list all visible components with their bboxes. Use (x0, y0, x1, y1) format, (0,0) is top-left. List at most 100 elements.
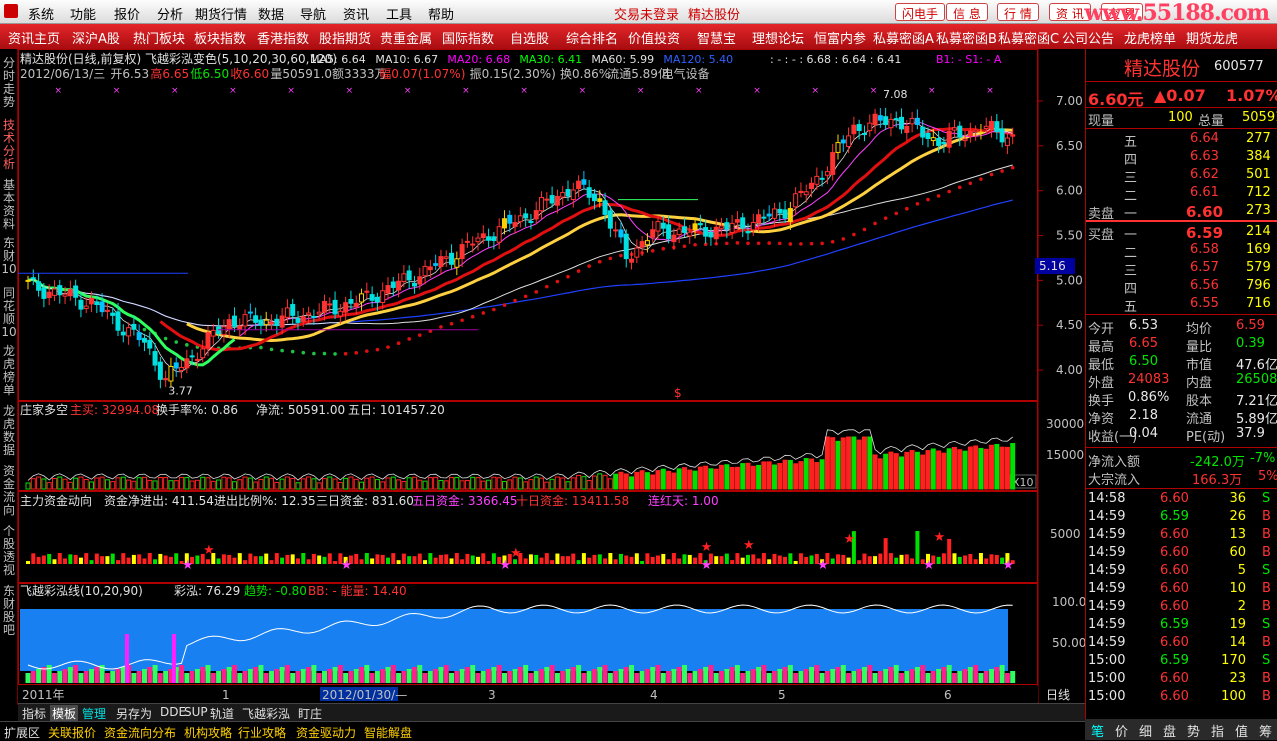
left-tab-0[interactable]: 分时走势 (1, 57, 17, 109)
candle-body (126, 327, 132, 337)
left-tab-4[interactable]: 同花顺10 (1, 287, 17, 339)
tool-button-2[interactable]: 行 情 (997, 3, 1039, 21)
indicator-tab-6[interactable]: 轨道 (208, 705, 236, 722)
shortcut-item-15[interactable]: 私募密函B (936, 28, 997, 47)
quote-tab-4[interactable]: 势 (1187, 721, 1200, 740)
menu-item-7[interactable]: 资讯 (343, 4, 369, 23)
left-tab-9[interactable]: 东财股吧 (1, 585, 17, 637)
fund-bar (412, 556, 417, 564)
shortcut-item-18[interactable]: 龙虎榜单 (1124, 28, 1176, 47)
left-tab-6[interactable]: 龙虎数据 (1, 405, 17, 457)
extension-tab-2[interactable]: 资金流向分布 (104, 724, 176, 741)
energy-bar (163, 671, 169, 683)
extension-tab-0[interactable]: 扩展区 (4, 724, 40, 741)
energy-bar (957, 671, 963, 683)
shortcut-item-13[interactable]: 恒富内参 (814, 28, 866, 47)
fund-bar (650, 556, 655, 564)
quote-tab-0[interactable]: 笔 (1091, 721, 1104, 740)
fund-bar (783, 556, 788, 564)
quote-tab-3[interactable]: 盘 (1163, 721, 1176, 740)
candle-body (914, 117, 920, 125)
kline-chart-area[interactable]: 精达股份(日线,前复权) 飞越彩泓变色(5,10,20,30,60,120)MA… (18, 49, 1085, 703)
menu-item-1[interactable]: 功能 (70, 4, 96, 23)
energy-bar (73, 665, 79, 683)
menu-item-9[interactable]: 帮助 (428, 4, 454, 23)
trend-dot (163, 336, 168, 341)
shortcut-item-6[interactable]: 贵重金属 (380, 28, 432, 47)
quote-tab-5[interactable]: 指 (1211, 721, 1224, 740)
candle-body (327, 303, 333, 306)
energy-bar (687, 673, 693, 683)
signal-marker: × (812, 86, 820, 96)
candle-body (385, 285, 391, 294)
tool-button-1[interactable]: 信 息 (946, 3, 988, 21)
candle-body (809, 182, 815, 190)
shortcut-item-19[interactable]: 期货龙虎 (1186, 28, 1238, 47)
menu-item-6[interactable]: 导航 (300, 4, 326, 23)
shortcut-item-8[interactable]: 自选股 (510, 28, 549, 47)
shortcut-item-3[interactable]: 板块指数 (194, 28, 246, 47)
shortcut-item-17[interactable]: 公司公告 (1062, 28, 1114, 47)
energy-bar (30, 671, 36, 683)
indicator-tab-3[interactable]: 另存为 (114, 705, 154, 722)
menu-item-3[interactable]: 分析 (157, 4, 183, 23)
shortcut-item-16[interactable]: 私募密函C (998, 28, 1059, 47)
fund-star-red: ★ (844, 532, 856, 547)
menu-item-2[interactable]: 报价 (114, 4, 140, 23)
time-label-0: 2011年 (22, 688, 65, 702)
quote-tab-6[interactable]: 值 (1235, 721, 1248, 740)
left-tab-1[interactable]: 技术分析 (1, 119, 17, 171)
quote-tab-1[interactable]: 价 (1115, 721, 1128, 740)
left-tab-3[interactable]: 东财10 (1, 237, 17, 276)
shortcut-item-9[interactable]: 综合排名 (566, 28, 618, 47)
indicator-tab-5[interactable]: SUP (182, 705, 210, 719)
fund-bar (131, 554, 136, 564)
volume-bar (586, 479, 592, 490)
candle-body (814, 175, 820, 185)
tool-button-0[interactable]: 闪电手 (895, 3, 946, 21)
shortcut-item-12[interactable]: 理想论坛 (752, 28, 804, 47)
left-tab-2[interactable]: 基本资料 (1, 179, 17, 231)
ask-row-2: 三 6.62 501 (1086, 166, 1277, 186)
left-tab-8[interactable]: 个股透视 (1, 525, 17, 577)
indicator-tab-1[interactable]: 模板 (50, 705, 79, 722)
menu-item-0[interactable]: 系统 (28, 4, 54, 23)
energy-bar (893, 665, 899, 683)
candle-body (734, 219, 740, 223)
quote-tab-2[interactable]: 细 (1139, 721, 1152, 740)
energy-bar (899, 673, 905, 683)
fund-bar (41, 555, 46, 564)
extension-tab-5[interactable]: 资金驱动力 (296, 724, 356, 741)
shortcut-item-0[interactable]: 资讯主页 (8, 28, 60, 47)
menu-item-4[interactable]: 期货行情 (195, 4, 247, 23)
shortcut-item-10[interactable]: 价值投资 (628, 28, 680, 47)
trend-dot (883, 216, 888, 220)
energy-bar (861, 667, 867, 683)
shortcut-item-11[interactable]: 智慧宝 (697, 28, 736, 47)
energy-bar (761, 665, 767, 683)
energy-bar (184, 673, 190, 683)
extension-tab-6[interactable]: 智能解盘 (364, 724, 412, 741)
extension-tab-3[interactable]: 机构攻略 (184, 724, 232, 741)
left-tab-7[interactable]: 资金流向 (1, 465, 17, 517)
indicator-tab-8[interactable]: 盯庄 (296, 705, 324, 722)
shortcut-item-2[interactable]: 热门板块 (133, 28, 185, 47)
indicator-tab-2[interactable]: 管理 (80, 705, 108, 722)
indicator-tab-0[interactable]: 指标 (20, 705, 48, 722)
extension-tab-4[interactable]: 行业攻略 (238, 724, 286, 741)
menu-item-5[interactable]: 数据 (258, 4, 284, 23)
menu-item-8[interactable]: 工具 (386, 4, 412, 23)
shortcut-item-1[interactable]: 深沪A股 (72, 28, 120, 47)
shortcut-item-14[interactable]: 私募密函A (873, 28, 934, 47)
tick-time: 15:00 (1088, 671, 1126, 686)
tick-side: S (1262, 617, 1271, 632)
left-tab-5[interactable]: 龙虎榜单 (1, 345, 17, 397)
shortcut-item-7[interactable]: 国际指数 (442, 28, 494, 47)
quote-tab-7[interactable]: 筹 (1259, 721, 1272, 740)
tick-price: 6.60 (1160, 671, 1189, 686)
shortcut-item-4[interactable]: 香港指数 (257, 28, 309, 47)
candle-body (295, 317, 301, 323)
extension-tab-1[interactable]: 关联报价 (48, 724, 96, 741)
indicator-tab-7[interactable]: 飞越彩泓 (240, 705, 292, 722)
shortcut-item-5[interactable]: 股指期货 (319, 28, 371, 47)
